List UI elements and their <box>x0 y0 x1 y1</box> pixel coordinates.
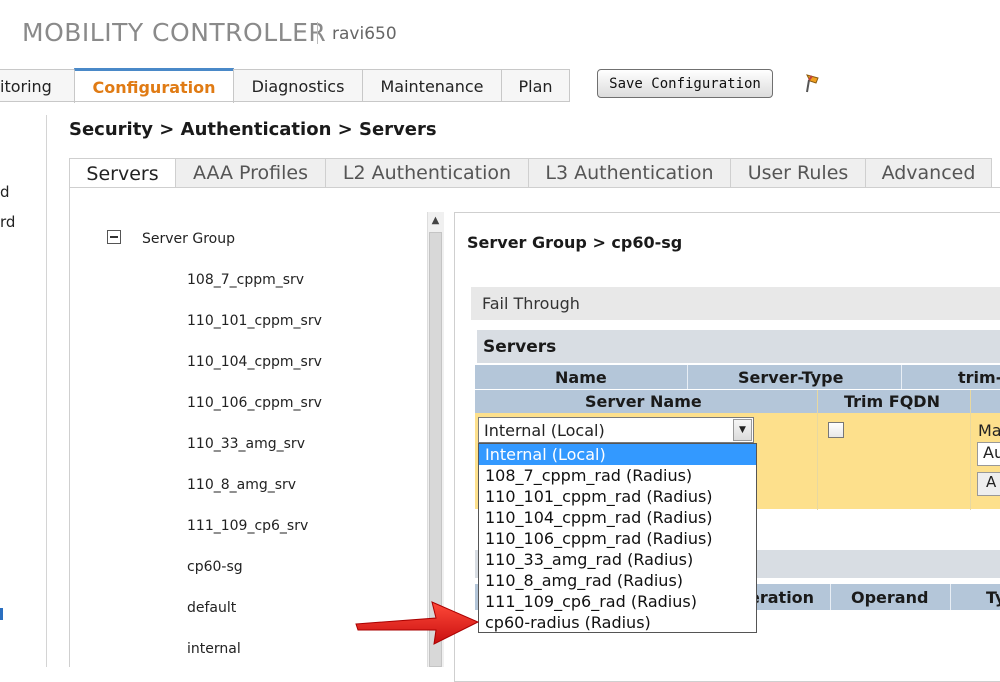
subtab-divider <box>69 187 1000 188</box>
server-name-select-value: Internal (Local) <box>484 420 605 440</box>
sidebar-scroll-marker <box>0 608 3 620</box>
column-header-type: Ty <box>986 588 1000 607</box>
column-separator <box>970 390 971 510</box>
column-header-trim: trim- <box>958 368 1000 387</box>
subtab-advanced-label: Advanced <box>881 162 976 184</box>
tab-diagnostics-label: Diagnostics <box>251 76 345 96</box>
tab-plan-label: Plan <box>518 76 553 96</box>
subtab-l2-authentication-label: L2 Authentication <box>342 162 512 184</box>
dropdown-option[interactable]: 110_104_cppm_rad (Radius) <box>479 507 756 528</box>
tree-item[interactable]: internal <box>187 641 241 657</box>
subtab-user-rules[interactable]: User Rules <box>730 158 866 187</box>
tab-diagnostics[interactable]: Diagnostics <box>233 69 363 102</box>
tab-maintenance-label: Maintenance <box>380 76 484 96</box>
dropdown-option[interactable]: Internal (Local) <box>479 444 756 465</box>
tree-item[interactable]: 110_106_cppm_srv <box>187 395 322 411</box>
tree-item[interactable]: 110_104_cppm_srv <box>187 354 322 370</box>
subtab-servers-label: Servers <box>86 162 159 185</box>
sidebar-item-fragment[interactable]: d <box>0 183 10 201</box>
tree-item[interactable]: 110_101_cppm_srv <box>187 313 322 329</box>
match-label: Ma <box>978 421 1000 440</box>
subtab-user-rules-label: User Rules <box>747 162 849 184</box>
red-arrow-icon <box>355 601 480 645</box>
dropdown-option[interactable]: cp60-radius (Radius) <box>479 612 756 633</box>
tree-item[interactable]: default <box>187 600 236 616</box>
controller-name: ravi650 <box>332 24 397 44</box>
subtab-l2-authentication[interactable]: L2 Authentication <box>325 158 529 187</box>
sidebar-divider <box>46 115 47 667</box>
subtab-aaa-profiles-label: AAA Profiles <box>192 162 309 184</box>
app-title: MOBILITY CONTROLLER <box>22 18 327 47</box>
subtab-l3-authentication[interactable]: L3 Authentication <box>528 158 731 187</box>
fail-through-label: Fail Through <box>482 294 580 313</box>
dropdown-option[interactable]: 110_33_amg_rad (Radius) <box>479 549 756 570</box>
column-separator <box>830 584 831 610</box>
column-separator <box>817 390 818 510</box>
column-header-trim-fqdn: Trim FQDN <box>844 392 940 411</box>
sidebar-item-fragment[interactable]: rd <box>0 213 15 231</box>
dropdown-option[interactable]: 111_109_cp6_rad (Radius) <box>479 591 756 612</box>
tree-item[interactable]: 108_7_cppm_srv <box>187 272 304 288</box>
tab-maintenance[interactable]: Maintenance <box>362 69 502 102</box>
tree-root-server-group[interactable]: Server Group <box>142 231 235 247</box>
chevron-down-icon[interactable]: ▼ <box>733 419 752 441</box>
dropdown-option[interactable]: 110_106_cppm_rad (Radius) <box>479 528 756 549</box>
subtab-advanced[interactable]: Advanced <box>865 158 992 187</box>
column-separator <box>901 365 902 389</box>
scroll-up-arrow-icon[interactable]: ▲ <box>427 212 444 229</box>
breadcrumb: Security > Authentication > Servers <box>69 119 437 140</box>
column-separator <box>950 584 951 610</box>
tree-item[interactable]: 110_33_amg_srv <box>187 436 305 452</box>
server-name-select[interactable]: Internal (Local) <box>478 417 754 443</box>
save-configuration-button[interactable]: Save Configuration <box>597 69 773 98</box>
tree-item[interactable]: 110_8_amg_srv <box>187 477 296 493</box>
subtab-l3-authentication-label: L3 Authentication <box>545 162 714 184</box>
panel-title: Server Group > cp60-sg <box>467 233 683 252</box>
column-header-server-name: Server Name <box>585 392 702 411</box>
subtab-aaa-profiles[interactable]: AAA Profiles <box>175 158 326 187</box>
content-border <box>69 187 70 667</box>
dropdown-option[interactable]: 110_8_amg_rad (Radius) <box>479 570 756 591</box>
tab-configuration[interactable]: Configuration <box>74 68 234 103</box>
column-header-server-type: Server-Type <box>738 368 844 387</box>
servers-section-title: Servers <box>483 337 557 357</box>
tree-item[interactable]: 111_109_cp6_srv <box>187 518 308 534</box>
tab-monitoring[interactable]: itoring <box>0 69 75 102</box>
tab-configuration-label: Configuration <box>92 77 216 97</box>
tab-monitoring-label: itoring <box>0 76 52 96</box>
column-separator <box>687 365 688 389</box>
title-separator <box>317 22 318 44</box>
column-header-operand: Operand <box>851 588 929 607</box>
tree-item[interactable]: cp60-sg <box>187 559 243 575</box>
collapse-icon[interactable] <box>107 230 121 244</box>
dropdown-option[interactable]: 110_101_cppm_rad (Radius) <box>479 486 756 507</box>
add-rule-button[interactable]: A <box>977 472 1000 496</box>
match-select[interactable]: Au <box>977 442 1000 466</box>
pin-flag-icon[interactable] <box>800 72 824 96</box>
tab-plan[interactable]: Plan <box>501 69 570 102</box>
column-header-name: Name <box>555 368 607 387</box>
trim-fqdn-checkbox[interactable] <box>828 422 844 438</box>
topnav-divider <box>0 101 570 102</box>
subtab-servers[interactable]: Servers <box>69 158 176 188</box>
column-header-operation: eration <box>749 588 815 607</box>
dropdown-option[interactable]: 108_7_cppm_rad (Radius) <box>479 465 756 486</box>
